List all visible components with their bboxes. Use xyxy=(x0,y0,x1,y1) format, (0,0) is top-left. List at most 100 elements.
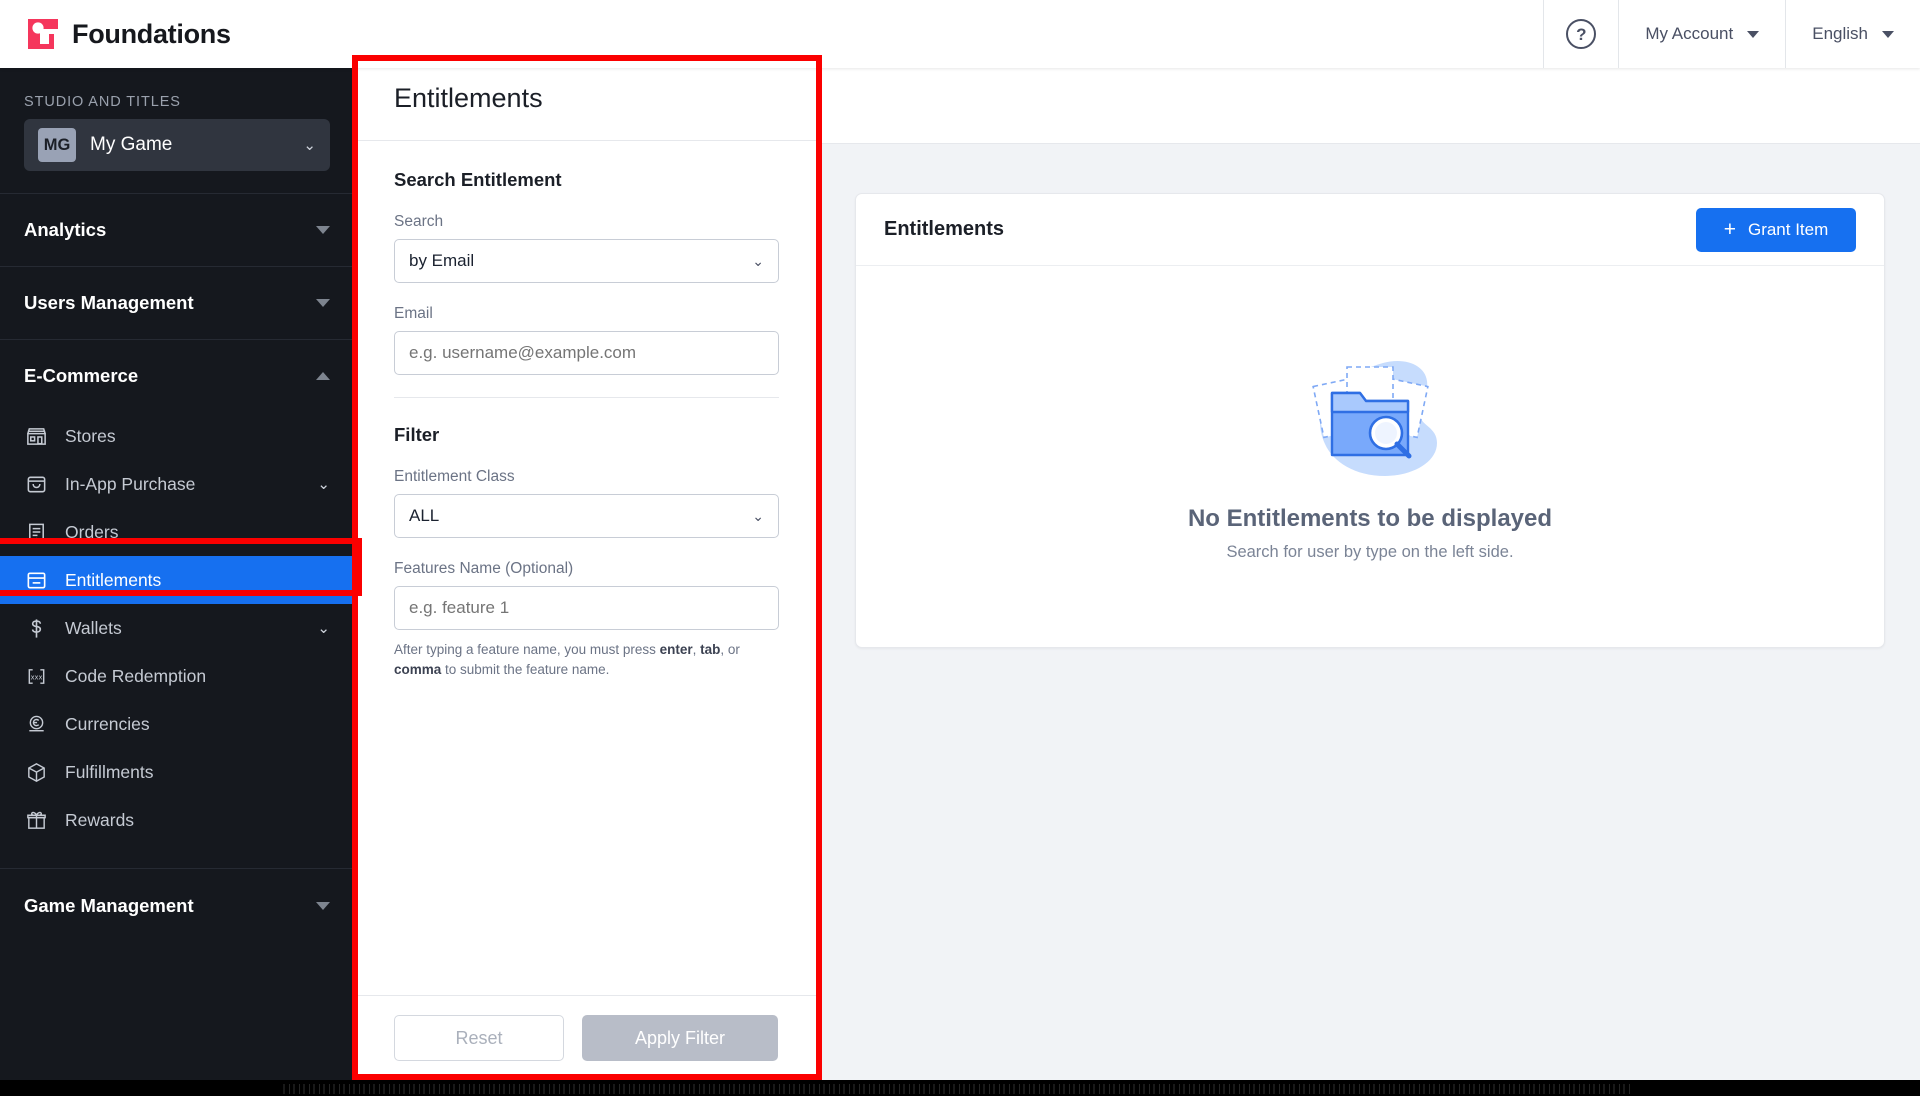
chevron-down-icon: ⌄ xyxy=(303,137,316,154)
card-header: Entitlements + Grant Item xyxy=(856,194,1884,266)
chevron-down-icon: ⌄ xyxy=(317,620,330,637)
sidebar-group-label: Users Management xyxy=(24,292,194,313)
empty-state: No Entitlements to be displayed Search f… xyxy=(856,266,1884,648)
sidebar-item-label: Fulfillments xyxy=(65,761,154,782)
entitlement-class-label: Entitlement Class xyxy=(394,468,515,485)
main-top-bar xyxy=(820,68,1920,144)
page-title: Entitlements xyxy=(394,82,543,113)
filter-section-title: Filter xyxy=(394,424,440,445)
studio-section-label: STUDIO AND TITLES xyxy=(24,94,181,110)
sidebar-item-label: Code Redemption xyxy=(65,665,207,686)
sidebar-item-in-app-purchase[interactable]: In-App Purchase ⌄ xyxy=(0,460,354,508)
entitlement-class-field: Entitlement Class ALL ⌄ xyxy=(394,468,779,538)
chevron-down-icon xyxy=(316,226,330,234)
help-button[interactable]: ? xyxy=(1543,0,1618,68)
gift-icon xyxy=(24,808,49,833)
entitlement-class-select[interactable]: ALL ⌄ xyxy=(394,494,779,538)
filter-panel-body: Search Entitlement Search by Email ⌄ Ema… xyxy=(354,141,819,995)
hint-tab: tab xyxy=(700,642,721,657)
sidebar-item-stores[interactable]: Stores xyxy=(0,412,354,460)
sidebar-item-label: Entitlements xyxy=(65,569,162,590)
sidebar-group-analytics[interactable]: Analytics xyxy=(0,193,354,266)
search-type-label: Search xyxy=(394,213,444,230)
chevron-down-icon xyxy=(1882,30,1894,38)
studio-selector[interactable]: MG My Game ⌄ xyxy=(24,119,330,171)
email-input[interactable] xyxy=(394,331,779,375)
bag-icon xyxy=(24,472,49,497)
sidebar-item-rewards[interactable]: Rewards xyxy=(0,796,354,844)
code-brackets-icon: xxx xyxy=(24,664,49,689)
studio-name: My Game xyxy=(90,134,173,155)
sidebar-group-users-management[interactable]: Users Management xyxy=(0,266,354,339)
folder-search-illustration xyxy=(1275,353,1465,483)
card-title: Entitlements xyxy=(884,218,1005,240)
hint-comma-word: comma xyxy=(394,661,442,677)
studio-initials-badge: MG xyxy=(38,128,76,162)
sidebar-group-game-management[interactable]: Game Management xyxy=(0,869,354,942)
plus-icon: + xyxy=(1723,218,1736,241)
features-name-field: Features Name (Optional) xyxy=(394,560,779,630)
sidebar-group-label: Analytics xyxy=(24,219,107,240)
search-section-title: Search Entitlement xyxy=(394,169,562,190)
features-hint-text: After typing a feature name, you must pr… xyxy=(394,640,779,679)
receipt-icon xyxy=(24,520,49,545)
chevron-down-icon xyxy=(1747,30,1760,38)
sidebar: STUDIO AND TITLES MG My Game ⌄ Analytics… xyxy=(0,68,354,1080)
sidebar-item-fulfillments[interactable]: Fulfillments xyxy=(0,748,354,796)
chevron-down-icon xyxy=(316,901,330,910)
reset-button[interactable]: Reset xyxy=(394,1015,564,1061)
hint-or: , or xyxy=(720,642,740,657)
features-name-label: Features Name (Optional) xyxy=(394,560,574,577)
my-account-menu[interactable]: My Account xyxy=(1618,0,1785,68)
sidebar-item-orders[interactable]: Orders xyxy=(0,508,354,556)
sidebar-group-label: E-Commerce xyxy=(24,365,139,386)
sidebar-item-label: Orders xyxy=(65,521,119,542)
email-label: Email xyxy=(394,305,433,322)
brand-name: Foundations xyxy=(72,18,231,49)
chevron-down-icon: ⌄ xyxy=(317,476,330,493)
sidebar-item-currencies[interactable]: Currencies xyxy=(0,700,354,748)
hint-enter: enter xyxy=(659,642,693,657)
hint-part-1: After typing a feature name, you must pr… xyxy=(394,642,660,657)
grant-item-button[interactable]: + Grant Item xyxy=(1696,207,1856,252)
entitlements-card: Entitlements + Grant Item No Entitlement… xyxy=(855,193,1885,648)
brand-logo[interactable]: Foundations xyxy=(0,17,348,51)
sidebar-item-wallets[interactable]: Wallets ⌄ xyxy=(0,604,354,652)
sidebar-item-label: Currencies xyxy=(65,713,150,734)
search-type-select[interactable]: by Email ⌄ xyxy=(394,239,779,283)
grant-item-label: Grant Item xyxy=(1747,219,1829,239)
top-header: Foundations ? My Account English xyxy=(0,0,1920,68)
filter-panel-header: Entitlements xyxy=(354,56,819,141)
empty-state-subtitle: Search for user by type on the left side… xyxy=(1226,542,1514,561)
language-label: English xyxy=(1812,24,1868,43)
sidebar-item-label: Rewards xyxy=(65,809,135,830)
bottom-strip xyxy=(0,1080,1920,1096)
sidebar-group-ecommerce[interactable]: E-Commerce xyxy=(0,339,354,412)
features-name-input[interactable] xyxy=(394,586,779,630)
apply-filter-button[interactable]: Apply Filter xyxy=(582,1015,778,1061)
entitlement-card-icon xyxy=(24,568,49,593)
foundations-logo-icon xyxy=(26,17,60,51)
sidebar-item-code-redemption[interactable]: xxx Code Redemption xyxy=(0,652,354,700)
bottom-strip-noise xyxy=(280,1084,1630,1094)
language-menu[interactable]: English xyxy=(1785,0,1920,68)
hint-part-2: to submit the feature name. xyxy=(441,661,610,677)
sidebar-item-label: In-App Purchase xyxy=(65,473,196,494)
svg-text:xxx: xxx xyxy=(31,673,43,681)
section-divider xyxy=(394,397,779,398)
chevron-down-icon: ⌄ xyxy=(752,252,764,269)
store-icon xyxy=(24,424,49,449)
box-icon xyxy=(24,760,49,785)
chevron-up-icon xyxy=(316,372,330,380)
entitlement-class-value: ALL xyxy=(409,506,440,525)
dollar-icon xyxy=(24,616,49,641)
email-field: Email xyxy=(394,305,779,375)
entitlements-filter-panel: Entitlements Search Entitlement Search b… xyxy=(354,56,820,1080)
question-circle-icon: ? xyxy=(1566,19,1597,49)
search-type-field: Search by Email ⌄ xyxy=(394,213,779,283)
empty-state-title: No Entitlements to be displayed xyxy=(1187,504,1553,532)
search-type-value: by Email xyxy=(409,251,475,270)
sidebar-item-entitlements[interactable]: Entitlements xyxy=(0,556,354,604)
my-account-label: My Account xyxy=(1645,24,1734,43)
chevron-down-icon xyxy=(316,299,330,307)
